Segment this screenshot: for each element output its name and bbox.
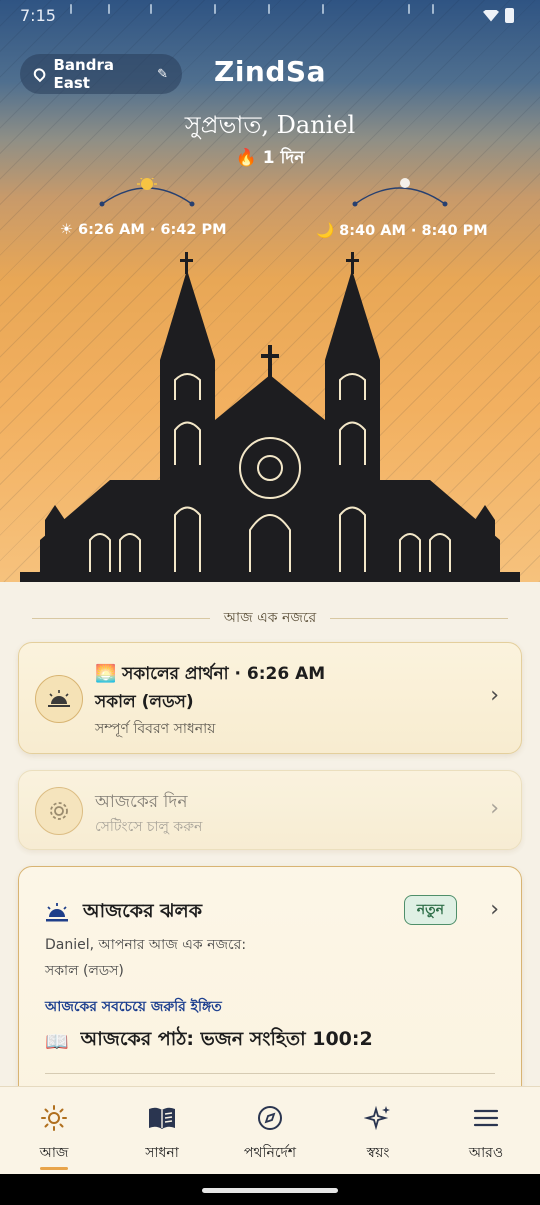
moon-times: 🌙 8:40 AM · 8:40 PM [316,223,488,239]
gesture-bar [0,1174,540,1205]
app-title: ZindSa [214,55,326,88]
insight-hint-link[interactable]: আজকের সবচেয়ে জরুরি ইঙ্গিত [45,995,222,1019]
today-title: আজকের দিন [95,792,188,812]
nav-practice[interactable]: সাধনা [108,1087,216,1174]
greeting: সুপ্রভাত, Daniel [184,111,356,139]
divider [45,1073,495,1074]
today-card[interactable]: আজকের দিন সেটিংসে চালু করুন › [18,770,522,850]
chevron-right-icon: › [490,796,499,821]
daily-insight-card[interactable]: আজকের ঝলক নতুন › Daniel, আপনার আজ এক নজর… [18,866,522,1106]
new-badge: নতুন [403,895,457,925]
hero-banner: 7:15 Bandra East ✎ ZindSa সুপ্রভাত, Dani… [0,0,540,582]
streak-counter: 🔥 1 দিন [235,148,305,168]
morning-prayer-card[interactable]: 🌅 সকালের প্রার্থনা · 6:26 AM সকাল (লডস) … [18,642,522,754]
prayer-title: 🌅 সকালের প্রার্থনা · 6:26 AM [95,664,326,684]
moon-arc-icon [352,178,448,207]
prayer-name: সকাল (লডস) [95,692,194,712]
status-time: 7:15 [20,6,56,25]
nav-self[interactable]: স্বয়ং [324,1087,432,1174]
chevron-right-icon: › [490,683,499,708]
insight-title: আজকের ঝলক [83,900,202,922]
menu-icon [473,1109,499,1127]
nav-label: আজ [39,1145,69,1161]
today-subtitle: সেটিংসে চালু করুন [95,819,203,835]
sunrise-icon [35,675,83,723]
bottom-navigation: আজ সাধনা পথনির্দেশ স্বয়ং আরও [0,1086,540,1174]
sunrise-icon [46,903,68,922]
insight-intro: Daniel, আপনার আজ এক নজরে: [45,937,247,953]
sun-icon [41,1105,67,1131]
book-icon [149,1107,175,1129]
nav-today[interactable]: আজ [0,1087,108,1174]
compass-icon [258,1106,282,1130]
chevron-right-icon: › [490,897,499,922]
insight-morning: সকাল (লডস) [45,963,124,979]
nav-more[interactable]: আরও [432,1087,540,1174]
glance-title: আজ এক নজরে [223,610,317,626]
wifi-icon [483,9,499,22]
nav-label: পথনির্দেশ [243,1145,297,1161]
gear-icon [35,787,83,835]
book-icon: 📖 [45,1030,69,1053]
nav-label: আরও [468,1145,504,1161]
battery-icon [505,8,514,23]
reading-text: আজকের পাঠ: ভজন সংহিতা 100:2 [80,1028,373,1050]
sparkle-icon [364,1105,390,1131]
nav-guidance[interactable]: পথনির্দেশ [216,1087,324,1174]
sun-times: ☀ 6:26 AM · 6:42 PM [60,222,227,238]
nav-label: সাধনা [145,1145,179,1161]
status-bar: 7:15 [0,0,540,32]
glance-divider: আজ এক নজরে [32,608,509,628]
church-silhouette [20,252,520,582]
nav-label: স্বয়ং [366,1145,390,1161]
sun-arc-icon [99,178,195,207]
prayer-subtitle: সম্পূর্ণ বিবরণ সাধনায় [95,721,216,737]
home-indicator[interactable] [202,1188,338,1193]
